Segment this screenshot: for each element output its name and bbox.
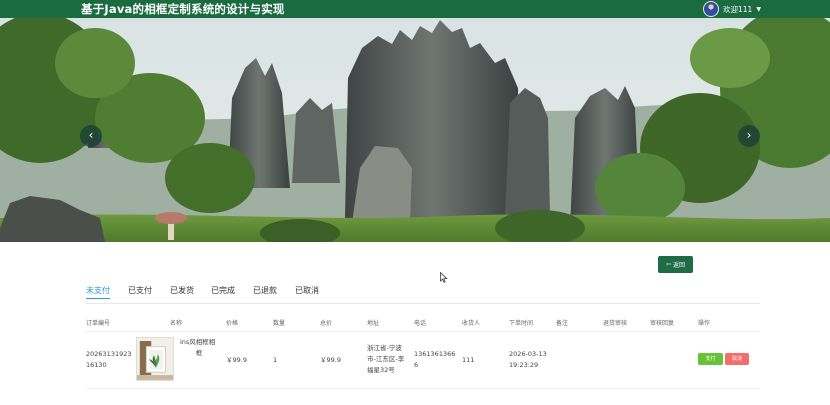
chevron-right-icon: › xyxy=(746,128,752,142)
tabs-divider xyxy=(86,303,760,304)
cell-product-name: ins风相框相 框 xyxy=(180,337,218,359)
address-line1: 浙江省-宁波 xyxy=(367,344,402,352)
address-line2: 市-江东区-李 xyxy=(367,355,405,363)
column-header-review-reply: 审核回复 xyxy=(650,320,675,327)
cell-price: ￥99.9 xyxy=(226,356,247,364)
order-no-line1: 20263131923 xyxy=(86,350,132,358)
tab-refunded[interactable]: 已退款 xyxy=(253,285,277,299)
chevron-left-icon: ‹ xyxy=(88,128,94,142)
tab-cancelled[interactable]: 已取消 xyxy=(295,285,319,299)
mouse-cursor-icon xyxy=(440,272,448,283)
tab-unpaid[interactable]: 未支付 xyxy=(86,285,110,299)
cell-order-time: 2026-03-13 19:23:29 xyxy=(509,349,547,371)
banner-carousel: ‹ › xyxy=(0,18,830,242)
column-header-actions: 操作 xyxy=(698,320,711,327)
carousel-prev-button[interactable]: ‹ xyxy=(80,125,102,147)
column-header-total: 总价 xyxy=(320,320,333,327)
tab-shipped[interactable]: 已发货 xyxy=(170,285,194,299)
cell-receiver: 111 xyxy=(462,356,475,364)
pay-button[interactable]: 支付 xyxy=(698,353,723,365)
cell-order-no: 20263131923 16130 xyxy=(86,349,132,371)
column-header-quantity: 数量 xyxy=(273,320,286,327)
product-thumbnail[interactable] xyxy=(136,337,174,381)
chevron-down-icon[interactable]: ▼ xyxy=(756,6,761,13)
column-header-phone: 电话 xyxy=(414,320,427,327)
cell-phone: 1361361366 6 xyxy=(414,349,455,371)
product-name-line1: ins风相框相 xyxy=(180,338,216,346)
user-menu[interactable]: 欢迎111 ▼ xyxy=(703,0,761,18)
cell-quantity: 1 xyxy=(273,356,278,364)
column-header-order-time: 下单时间 xyxy=(509,320,534,327)
welcome-text[interactable]: 欢迎111 xyxy=(723,4,752,15)
avatar-icon[interactable] xyxy=(703,1,719,17)
tab-paid[interactable]: 已支付 xyxy=(128,285,152,299)
product-name-line2: 框 xyxy=(195,349,203,357)
table-header-divider xyxy=(86,331,760,332)
column-header-price: 价格 xyxy=(226,320,239,327)
phone-line2: 6 xyxy=(414,361,419,369)
cell-address: 浙江省-宁波 市-江东区-李 福星32号 xyxy=(367,343,404,376)
phone-line1: 1361361366 xyxy=(414,350,456,358)
column-header-receiver: 收货人 xyxy=(462,320,481,327)
order-no-line2: 16130 xyxy=(86,361,107,369)
top-header: 基于Java的相框定制系统的设计与实现 欢迎111 ▼ xyxy=(0,0,830,18)
arrow-left-icon: ⇦ xyxy=(665,261,671,268)
cancel-order-button[interactable]: 取消 xyxy=(725,353,749,365)
row-divider xyxy=(86,388,760,389)
column-header-return-review: 退货审核 xyxy=(603,320,628,327)
cell-total: ￥99.9 xyxy=(320,356,341,364)
order-time-date: 2026-03-13 xyxy=(509,350,547,358)
column-header-address: 地址 xyxy=(367,320,380,327)
order-time-clock: 19:23:29 xyxy=(509,361,539,369)
tab-completed[interactable]: 已完成 xyxy=(211,285,235,299)
back-button-label: 返回 xyxy=(673,262,686,269)
address-line3: 福星32号 xyxy=(367,366,395,374)
site-title: 基于Java的相框定制系统的设计与实现 xyxy=(81,2,285,16)
back-button[interactable]: ⇦ 返回 xyxy=(658,256,693,273)
banner-image xyxy=(0,18,830,242)
carousel-next-button[interactable]: › xyxy=(738,125,760,147)
column-header-order-no: 订单编号 xyxy=(86,320,111,327)
column-header-remark: 备注 xyxy=(556,320,569,327)
column-header-name: 名称 xyxy=(170,320,183,327)
